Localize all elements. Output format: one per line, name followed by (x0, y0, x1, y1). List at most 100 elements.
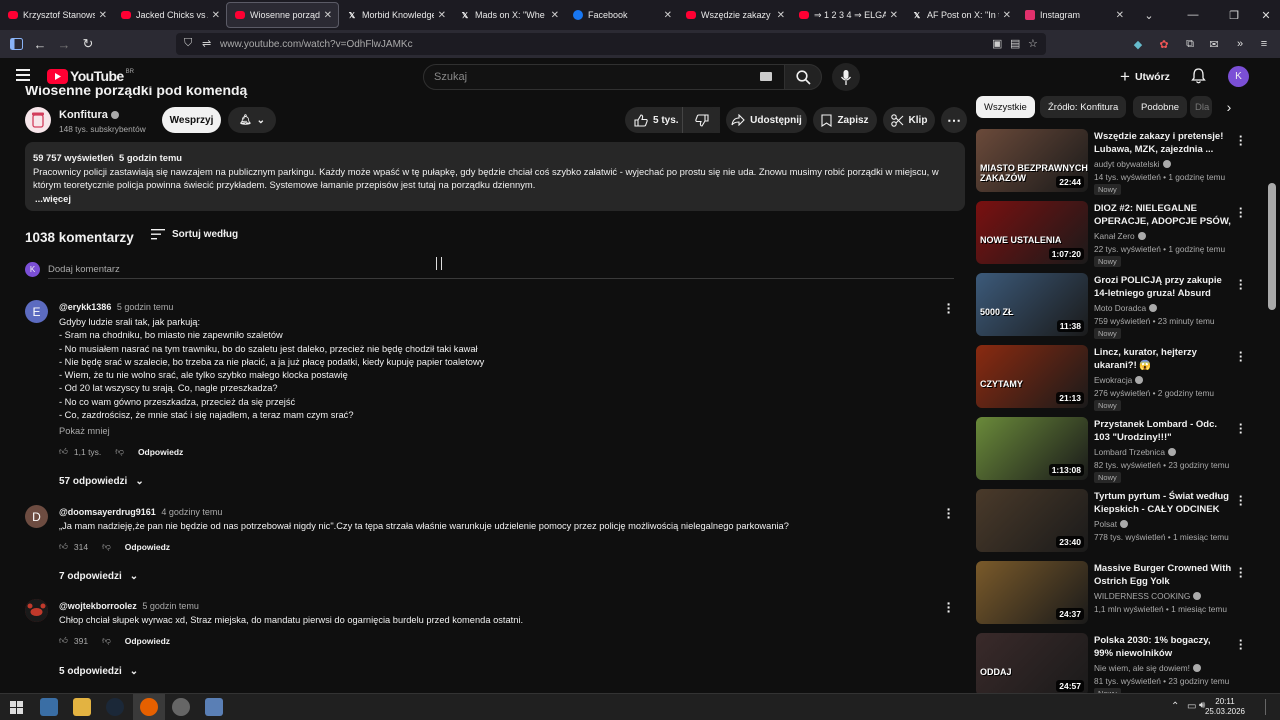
commenter-avatar[interactable]: D (25, 505, 48, 528)
tab-close-icon[interactable]: ✕ (212, 10, 220, 21)
view-replies-button[interactable]: 5 odpowiedzi ⌄ (59, 666, 138, 677)
video-title[interactable]: Przystanek Lombard - Odc. 103 "Urodziny!… (1094, 418, 1232, 444)
video-menu-icon[interactable]: · · · (1238, 202, 1244, 223)
recommended-video[interactable]: 1:13:08 Przystanek Lombard - Odc. 103 "Ur… (976, 417, 1256, 483)
browser-tab[interactable]: 𝕏 AF Post on X: "In the ✕ (904, 0, 1017, 30)
video-title[interactable]: Tyrtum pyrtum - Świat według Kiepskich -… (1094, 490, 1232, 516)
channel-name[interactable]: Konfitura (59, 109, 119, 121)
tab-close-icon[interactable]: ✕ (551, 10, 559, 21)
comment-menu-icon[interactable]: · · · (943, 297, 955, 319)
browser-tab[interactable]: Krzysztof Stanowski. ✕ (0, 0, 113, 30)
recommended-video[interactable]: 23:40 Tyrtum pyrtum - Świat według Kiepsk… (976, 489, 1256, 553)
description-box[interactable]: 59 757 wyświetleń 5 godzin temu Pracowni… (25, 142, 965, 211)
notifications-bell-icon[interactable] (1191, 68, 1206, 87)
search-input[interactable]: Szukaj (423, 64, 785, 90)
browser-tab[interactable]: Wiosenne porząd ✕ (226, 2, 339, 28)
clock[interactable]: 20:11 25.03.2026 (1200, 697, 1250, 717)
video-thumbnail[interactable]: 1:13:08 (976, 417, 1088, 480)
tab-close-icon[interactable]: ✕ (1116, 10, 1124, 21)
video-title[interactable]: Lincz, kurator, hejterzy ukarani?! 😱 (1094, 346, 1232, 372)
recommended-video[interactable]: CZYTAMY 21:13 Lincz, kurator, hejterzy uka… (976, 345, 1256, 411)
close-window-icon[interactable]: ✕ (1248, 0, 1280, 30)
channel-name[interactable]: Lombard Trzebnica (1094, 447, 1177, 457)
chip-for-you[interactable]: Dla (1190, 96, 1212, 118)
file-explorer-icon[interactable] (73, 698, 91, 716)
subscribe-bell-button[interactable]: 🔔︎ ⌄ (228, 107, 276, 133)
channel-name[interactable]: Kanał Zero (1094, 231, 1146, 241)
video-thumbnail[interactable]: ODDAJ 24:57 (976, 633, 1088, 696)
view-replies-button[interactable]: 57 odpowiedzi ⌄ (59, 476, 144, 487)
comment-like-icon[interactable]: 👍︎ (59, 541, 68, 552)
comment-dislike-icon[interactable]: 👎︎ (115, 446, 124, 457)
tab-close-icon[interactable]: ✕ (664, 10, 672, 21)
chip-similar[interactable]: Podobne (1133, 96, 1188, 118)
video-menu-icon[interactable]: · · · (1238, 346, 1244, 367)
video-thumbnail[interactable]: 5000 ZŁ 11:38 (976, 273, 1088, 336)
comment-like-icon[interactable]: 👍︎ (59, 446, 68, 457)
steam-icon[interactable] (106, 698, 124, 716)
save-button[interactable]: Zapisz (813, 107, 877, 133)
video-thumbnail[interactable]: MIASTO BEZPRAWNYCH ZAKAZÓW 22:44 (976, 129, 1088, 192)
author-handle[interactable]: @wojtekborroolez (59, 601, 137, 611)
overflow-chevron-icon[interactable]: » (1232, 36, 1248, 52)
firefox-icon[interactable] (140, 698, 158, 716)
shield-icon[interactable]: ⛉ (184, 37, 192, 50)
author-handle[interactable]: @erykk1386 (59, 302, 111, 312)
youtube-logo[interactable]: YouTube BR (47, 68, 134, 84)
minimize-icon[interactable]: — (1175, 0, 1211, 30)
comment-time[interactable]: 5 godzin temu (117, 302, 174, 312)
forward-icon[interactable]: → (52, 32, 76, 56)
tab-close-icon[interactable]: ✕ (1003, 10, 1011, 21)
video-thumbnail[interactable]: NOWE USTALENIA 1:07:20 (976, 201, 1088, 264)
channel-avatar[interactable] (25, 107, 51, 133)
video-title[interactable]: DIOZ #2: NIELEGALNE OPERACJE, ADOPCJE PS… (1094, 202, 1232, 228)
commenter-avatar[interactable] (25, 599, 48, 622)
recommended-video[interactable]: 5000 ZŁ 11:38 Grozi POLICJĄ przy zakupie 1… (976, 273, 1256, 339)
video-thumbnail[interactable]: CZYTAMY 21:13 (976, 345, 1088, 408)
comment-time[interactable]: 5 godzin temu (142, 601, 199, 611)
recommended-video[interactable]: ODDAJ 24:57 Polska 2030: 1% bogaczy, 99% n… (976, 633, 1256, 699)
recommended-video[interactable]: MIASTO BEZPRAWNYCH ZAKAZÓW 22:44 Wszędzie … (976, 129, 1256, 195)
comment-author[interactable]: @wojtekborroolez 5 godzin temu (59, 601, 199, 611)
video-menu-icon[interactable]: · · · (1238, 634, 1244, 655)
video-menu-icon[interactable]: · · · (1238, 562, 1244, 583)
create-button[interactable]: + Utwórz (1120, 67, 1170, 87)
video-menu-icon[interactable]: · · · (1238, 418, 1244, 439)
clip-button[interactable]: Klip (883, 107, 935, 133)
channel-name[interactable]: Polsat (1094, 519, 1129, 529)
channel-name[interactable]: audyt obywatelski (1094, 159, 1171, 169)
browser-tab[interactable]: 𝕏 Morbid Knowledge o ✕ (339, 0, 452, 30)
extensions-icon[interactable]: ⧉ (1182, 36, 1198, 52)
pip-icon[interactable]: ▣ (992, 37, 1002, 50)
video-menu-icon[interactable]: · · · (1238, 490, 1244, 511)
chips-next-icon[interactable]: › (1219, 96, 1239, 118)
tab-close-icon[interactable]: ✕ (890, 10, 898, 21)
keyboard-icon[interactable] (760, 72, 772, 81)
channel-name[interactable]: Moto Doradca (1094, 303, 1158, 313)
app-icon[interactable] (172, 698, 190, 716)
reply-button[interactable]: Odpowiedz (138, 447, 183, 457)
video-title[interactable]: Massive Burger Crowned With Ostrich Egg … (1094, 562, 1232, 588)
comment-time[interactable]: 4 godziny temu (161, 507, 222, 517)
recommended-video[interactable]: NOWE USTALENIA 1:07:20 DIOZ #2: NIELEGALNE… (976, 201, 1256, 267)
windows-start-icon[interactable] (10, 701, 23, 717)
account-avatar[interactable]: K (1228, 66, 1249, 87)
channel-name[interactable]: WILDERNESS COOKING (1094, 591, 1202, 601)
show-desktop-button[interactable] (1265, 699, 1273, 715)
scrollbar-thumb[interactable] (1268, 183, 1276, 310)
pc-icon[interactable] (40, 698, 58, 716)
video-title[interactable]: Polska 2030: 1% bogaczy, 99% niewolników (1094, 634, 1232, 660)
extension-fox-icon[interactable]: ✿ (1156, 36, 1172, 52)
comment-menu-icon[interactable]: · · · (943, 596, 955, 618)
more-actions-button[interactable]: ⋯ (941, 107, 967, 133)
comment-author[interactable]: @erykk1386 5 godzin temu (59, 302, 173, 312)
video-thumbnail[interactable]: 23:40 (976, 489, 1088, 552)
browser-tab[interactable]: ⇒ 1 2 3 4 ⇒ ELGA ✕ (791, 0, 904, 30)
author-handle[interactable]: @doomsayerdrug9161 (59, 507, 156, 517)
maximize-icon[interactable]: ❐ (1216, 0, 1252, 30)
show-less-link[interactable]: Pokaż mniej (59, 426, 110, 436)
video-menu-icon[interactable]: · · · (1238, 130, 1244, 151)
browser-tab[interactable]: 𝕏 Mads on X: "Whe ✕ (452, 0, 565, 30)
site-info-icon[interactable]: ⇌ (202, 37, 211, 50)
channel-name[interactable]: Ewokracja (1094, 375, 1144, 385)
